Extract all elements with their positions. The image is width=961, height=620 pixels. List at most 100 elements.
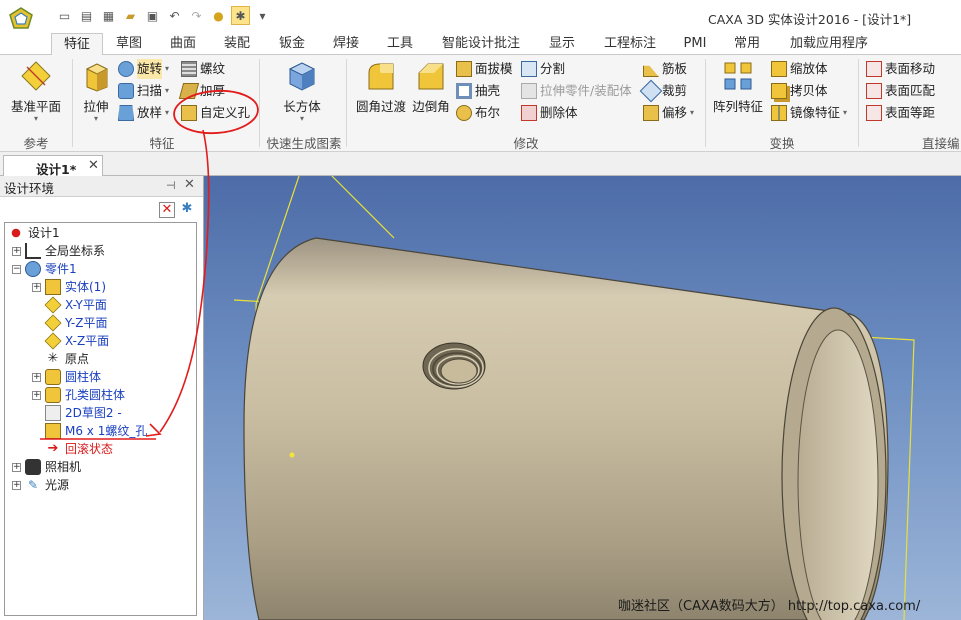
doc-icon[interactable]: ▦ (99, 6, 118, 25)
tree-item-part1[interactable]: − 零件1 (12, 260, 77, 278)
separator (858, 59, 859, 147)
watermark-credit: 咖迷社区（CAXA数码大方） http://top.caxa.com/ (618, 599, 921, 614)
tree-item-light[interactable]: + ✎ 光源 (12, 476, 69, 494)
cylinder-bore[interactable] (797, 329, 879, 620)
ribbon-panel: 基准平面 ▾ 参考 拉伸 ▾ 旋转 ▾ 扫描 ▾ 放样 ▾ 螺纹 加厚 自定义孔 特征 (0, 55, 961, 152)
boolean-button[interactable]: 布尔 (456, 103, 500, 123)
tree-item-camera[interactable]: + 照相机 (12, 458, 81, 476)
close-icon[interactable]: ✕ (88, 158, 99, 173)
filter-icon[interactable]: ✱ (179, 202, 195, 218)
delete-icon[interactable]: ✕ (159, 202, 175, 218)
rib-button[interactable]: 筋板 (643, 59, 687, 79)
chamfer-button[interactable]: 边倒角 (410, 59, 452, 115)
expand-icon[interactable]: + (12, 462, 21, 472)
plane-icon (44, 296, 62, 314)
thread-button[interactable]: 螺纹 (181, 59, 225, 79)
collapse-icon[interactable]: − (12, 264, 21, 274)
app-logo[interactable] (8, 6, 34, 32)
tab-common[interactable]: 常用 (726, 33, 768, 56)
tab-sheetmetal[interactable]: 钣金 (271, 33, 313, 56)
tree-item-yz-plane[interactable]: Y-Z平面 (44, 314, 107, 332)
box-button[interactable]: 长方体 ▾ (276, 59, 328, 123)
origin-marker (289, 452, 295, 458)
camera-icon (25, 459, 41, 475)
tree-item-thread-hole[interactable]: M6 x 1螺纹_孔 (45, 422, 147, 440)
copy-body-button[interactable]: 拷贝体 (771, 81, 828, 101)
extrude-part-button[interactable]: 拉伸零件/装配体 (521, 81, 632, 101)
fillet-button[interactable]: 圆角过渡 (352, 59, 410, 115)
tree-item-global-coords[interactable]: + 全局坐标系 (12, 242, 105, 260)
draft-button[interactable]: 面拔模 (456, 59, 513, 79)
split-button[interactable]: 分割 (521, 59, 565, 79)
custom-hole-icon (181, 105, 197, 121)
match-face-button[interactable]: 表面匹配 (866, 81, 935, 101)
pattern-button[interactable]: 阵列特征 (710, 59, 766, 115)
offset-icon (643, 105, 659, 121)
open-icon[interactable]: ▤ (77, 6, 96, 25)
tree-item-cylinder[interactable]: + 圆柱体 (32, 368, 101, 386)
equal-face-button[interactable]: 表面等距 (866, 103, 935, 123)
bulb-icon[interactable]: ● (209, 6, 228, 25)
tab-smart-annotation[interactable]: 智能设计批注 (434, 33, 528, 56)
part-icon (25, 261, 41, 277)
tab-feature[interactable]: 特征 (51, 33, 103, 56)
thread-icon (181, 61, 197, 77)
save-icon[interactable]: ▣ (143, 6, 162, 25)
move-face-icon (866, 61, 882, 77)
expand-icon[interactable]: + (12, 246, 21, 256)
tree-item-origin[interactable]: ✳ 原点 (45, 350, 89, 368)
sketch-icon (45, 405, 61, 421)
tab-engineering-annotation[interactable]: 工程标注 (597, 33, 663, 56)
tab-tools[interactable]: 工具 (379, 33, 421, 56)
loft-button[interactable]: 放样 ▾ (118, 103, 169, 123)
revolve-button[interactable]: 旋转 ▾ (118, 59, 169, 79)
thicken-button[interactable]: 加厚 (178, 81, 225, 101)
extrude-part-icon (521, 83, 537, 99)
new-icon[interactable]: ▭ (55, 6, 74, 25)
tree-item-hole-cylinder[interactable]: + 孔类圆柱体 (32, 386, 125, 404)
dropdown-icon[interactable]: ▾ (253, 6, 272, 25)
tree-item-rollback[interactable]: ➔ 回滚状态 (45, 440, 113, 458)
offset-button[interactable]: 偏移 ▾ (643, 103, 694, 123)
sweep-button[interactable]: 扫描 ▾ (118, 81, 169, 101)
delete-body-button[interactable]: 删除体 (521, 103, 578, 123)
design-icon[interactable]: ✱ (231, 6, 250, 25)
threaded-hole[interactable] (422, 342, 486, 390)
tab-sketch[interactable]: 草图 (108, 33, 150, 56)
tab-weld[interactable]: 焊接 (325, 33, 367, 56)
tree-item-design[interactable]: 设计1 (8, 224, 60, 242)
tab-load-apps[interactable]: 加载应用程序 (782, 33, 876, 56)
group-label-modify: 修改 (513, 136, 539, 151)
shell-button[interactable]: 抽壳 (456, 81, 500, 101)
extrude-button[interactable]: 拉伸 ▾ (78, 59, 114, 123)
undo-icon[interactable]: ↶ (165, 6, 184, 25)
tab-assembly[interactable]: 装配 (216, 33, 258, 56)
expand-icon[interactable]: + (32, 390, 41, 400)
expand-icon[interactable]: + (32, 282, 41, 292)
tree-item-2d-sketch[interactable]: 2D草图2 - (45, 404, 122, 422)
separator (259, 59, 260, 147)
pin-icon[interactable]: ⊣ (166, 179, 176, 192)
expand-icon[interactable]: + (32, 372, 41, 382)
redo-icon[interactable]: ↷ (187, 6, 206, 25)
3d-viewport[interactable] (204, 176, 961, 620)
tree-item-xz-plane[interactable]: X-Z平面 (44, 332, 109, 350)
scale-body-button[interactable]: 缩放体 (771, 59, 828, 79)
trim-button[interactable]: 裁剪 (639, 79, 687, 103)
tree-item-solid[interactable]: + 实体(1) (32, 278, 106, 296)
tab-display[interactable]: 显示 (541, 33, 583, 56)
datum-plane-button[interactable]: 基准平面 ▾ (6, 59, 66, 123)
close-icon[interactable]: ✕ (184, 177, 195, 192)
mirror-feature-button[interactable]: 镜像特征 ▾ (771, 103, 847, 123)
custom-hole-button[interactable]: 自定义孔 (181, 103, 250, 123)
move-face-button[interactable]: 表面移动 (866, 59, 935, 79)
folder-icon[interactable]: ▰ (121, 6, 140, 25)
tab-surface[interactable]: 曲面 (162, 33, 204, 56)
tree-item-xy-plane[interactable]: X-Y平面 (44, 296, 107, 314)
expand-icon[interactable]: + (12, 480, 21, 490)
datum-plane-outline (331, 176, 395, 239)
panel-toolbar: ✕ ✱ (0, 197, 203, 222)
document-tab[interactable]: 设计1* ✕ (3, 155, 103, 177)
group-label-quick-gen: 快速生成图素 (266, 136, 342, 151)
tab-pmi[interactable]: PMI (676, 33, 714, 56)
